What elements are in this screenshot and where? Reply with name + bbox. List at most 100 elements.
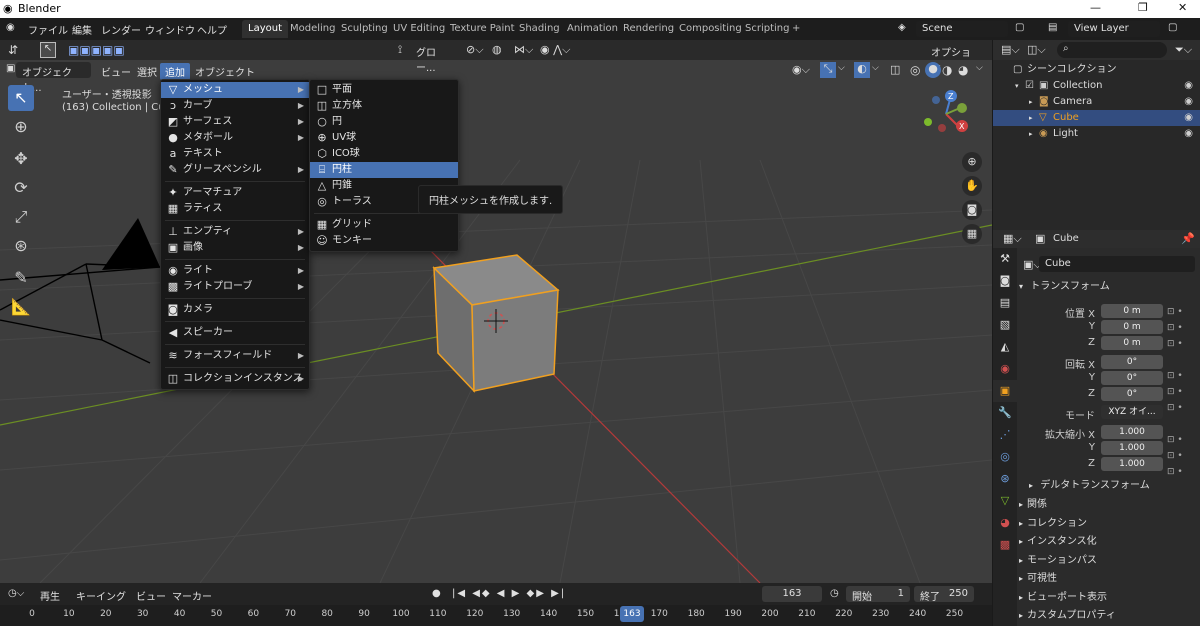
add-menu-item[interactable]: a テキスト: [161, 146, 309, 162]
object-mode-select[interactable]: オブジェクト...: [16, 62, 91, 94]
maximize-button[interactable]: ❐: [1138, 1, 1148, 14]
expand-arrow-icon[interactable]: ▸: [1029, 94, 1033, 110]
3d-viewport[interactable]: ⇵ ↖ ▣▣▣▣▣ ⟟ グロー... ⊘⌵ ◍ ⋈⌵ ◉ ⋀⌵ オプション ▣ …: [0, 40, 992, 583]
expand-arrow-icon[interactable]: ▾: [1015, 78, 1019, 94]
annotate-tool-icon[interactable]: ✎: [8, 265, 34, 291]
scene-selector[interactable]: Scene: [916, 21, 1008, 37]
visibility-eye-icon[interactable]: ◉: [1184, 126, 1193, 142]
minimize-button[interactable]: —: [1090, 1, 1101, 14]
texture-tab-icon[interactable]: ▩: [993, 534, 1017, 556]
add-menu-item[interactable]: ↄ カーブ ▶: [161, 98, 309, 114]
shading-dropdown-icon[interactable]: ⌵: [976, 63, 983, 73]
add-menu-item[interactable]: ● メタボール ▶: [161, 130, 309, 146]
select-box-icon[interactable]: ↖: [40, 42, 56, 58]
playback-controls[interactable]: |◀ ◀◆ ◀ ▶ ◆▶ ▶|: [452, 588, 566, 599]
add-menu-item[interactable]: ◙ カメラ: [161, 302, 309, 318]
add-menu-item[interactable]: ◉ ライト ▶: [161, 263, 309, 279]
location-y-field[interactable]: 0 m: [1101, 320, 1163, 334]
menu-help[interactable]: ヘルプ: [197, 22, 227, 37]
overlay-dropdown-icon[interactable]: ⌵: [872, 63, 879, 73]
use-preview-range-icon[interactable]: ◷: [830, 588, 839, 599]
menu-file[interactable]: ファイル: [28, 22, 68, 37]
outliner-row[interactable]: ▾ ☑ ▣ Collection ◉: [993, 78, 1200, 94]
editor-type-icon[interactable]: ⇵: [8, 43, 18, 57]
rotation-mode-select[interactable]: XYZ オイ...: [1101, 405, 1163, 419]
move-tool-icon[interactable]: ✥: [8, 146, 34, 172]
current-frame-field[interactable]: 163: [762, 586, 822, 602]
add-menu-item[interactable]: ◩ サーフェス ▶: [161, 114, 309, 130]
menu-object[interactable]: オブジェクト: [190, 63, 260, 80]
cursor-tool-icon[interactable]: ⊕: [8, 114, 34, 140]
material-tab-icon[interactable]: ◕: [993, 512, 1017, 534]
material-shading-icon[interactable]: ◑: [942, 63, 952, 77]
expand-arrow-icon[interactable]: ▸: [1029, 126, 1033, 142]
lock-icons[interactable]: ⊡ • ⊡ • ⊡ • ⊡ • ⊡ • ⊡ • ⊡ • ⊡ • ⊡ •: [1167, 304, 1197, 477]
menu-view[interactable]: ビュー: [96, 63, 136, 80]
new-view-layer-icon[interactable]: ▢: [1168, 22, 1177, 33]
tab-layout[interactable]: Layout: [242, 20, 288, 38]
snap-icon[interactable]: ◍: [492, 43, 502, 56]
record-icon[interactable]: ●: [432, 588, 441, 599]
overlay-toggle-icon[interactable]: ◐: [854, 62, 870, 78]
menu-edit[interactable]: 編集: [72, 22, 92, 37]
add-menu-item[interactable]: ✦ アーマチュア: [161, 185, 309, 201]
close-button[interactable]: ✕: [1178, 1, 1187, 14]
tab-compositing[interactable]: Compositing: [673, 20, 748, 38]
zoom-icon[interactable]: ⊕: [962, 152, 982, 172]
tab-animation[interactable]: Animation: [561, 20, 624, 38]
gizmo-toggle-icon[interactable]: ⤡: [820, 62, 836, 78]
options-dropdown[interactable]: オプション: [925, 42, 985, 74]
outliner-row[interactable]: ▸ ◙ Camera ◉: [993, 94, 1200, 110]
menu-add[interactable]: 追加: [160, 63, 190, 80]
end-frame-field[interactable]: 終了 250: [914, 586, 974, 603]
location-z-field[interactable]: 0 m: [1101, 336, 1163, 350]
tab-rendering[interactable]: Rendering: [617, 20, 680, 38]
outliner-search-input[interactable]: ⌕: [1057, 42, 1167, 58]
wireframe-shading-icon[interactable]: ◎: [910, 63, 920, 77]
solid-shading-icon[interactable]: ●: [925, 62, 941, 78]
transform-orientation-select[interactable]: グロー...: [410, 42, 460, 74]
tab-modeling[interactable]: Modeling: [284, 20, 342, 38]
scale-tool-icon[interactable]: ⤢: [8, 204, 34, 230]
constraints-tab-icon[interactable]: ⊛: [993, 468, 1017, 490]
mesh-menu-item[interactable]: ☺ モンキー: [310, 233, 458, 249]
rotation-y-field[interactable]: 0°: [1101, 371, 1163, 385]
properties-panel-header[interactable]: ▸ 可視性: [1019, 570, 1197, 588]
snap-target-icon[interactable]: ⋈⌵: [514, 43, 533, 57]
properties-panel-header[interactable]: ▸ コレクション: [1019, 515, 1197, 533]
outliner-editor-icon[interactable]: ▤⌵: [1001, 43, 1020, 57]
mesh-menu-item[interactable]: □ 平面: [310, 82, 458, 98]
delta-transform-header[interactable]: ▸ デルタトランスフォーム: [1029, 477, 1200, 495]
add-menu-item[interactable]: ◀ スピーカー: [161, 325, 309, 341]
visibility-icon[interactable]: ◉⌵: [792, 63, 810, 77]
location-x-field[interactable]: 0 m: [1101, 304, 1163, 318]
expand-arrow-icon[interactable]: ▸: [1029, 110, 1033, 126]
properties-panel-header[interactable]: ▸ モーションパス: [1019, 552, 1197, 570]
transform-tool-icon[interactable]: ⊛: [8, 233, 34, 259]
add-workspace-button[interactable]: +: [786, 20, 806, 38]
visibility-eye-icon[interactable]: ◉: [1184, 78, 1193, 94]
select-mode-icons[interactable]: ▣▣▣▣▣: [68, 43, 125, 57]
rendered-shading-icon[interactable]: ◕: [958, 63, 968, 77]
navigation-gizmo[interactable]: X Z: [920, 88, 972, 140]
playhead-frame-indicator[interactable]: 163: [620, 606, 644, 622]
tab-sculpting[interactable]: Sculpting: [335, 20, 394, 38]
add-menu-item[interactable]: ▩ ライトプローブ ▶: [161, 279, 309, 295]
mesh-menu-item[interactable]: ▦ グリッド: [310, 217, 458, 233]
object-name-field[interactable]: Cube: [1039, 256, 1195, 272]
properties-editor-icon[interactable]: ▦⌵: [1003, 232, 1022, 246]
pivot-icon[interactable]: ⊘⌵: [466, 43, 484, 57]
properties-panel-header[interactable]: ▸ ビューポート表示: [1019, 589, 1197, 607]
camera-view-icon[interactable]: ◙: [962, 200, 982, 220]
render-tab-icon[interactable]: ◙: [993, 270, 1017, 292]
select-tool-icon[interactable]: ↖: [8, 85, 34, 111]
measure-tool-icon[interactable]: 📐: [8, 294, 34, 320]
mesh-menu-item[interactable]: ⬡ ICO球: [310, 146, 458, 162]
outliner-scene-collection[interactable]: ▢ シーンコレクション: [993, 62, 1200, 78]
tab-uv-editing[interactable]: UV Editing: [387, 20, 451, 38]
add-menu-item[interactable]: ▽ メッシュ ▶: [161, 82, 309, 98]
add-menu-item[interactable]: ▣ 画像 ▶: [161, 240, 309, 256]
properties-panel-header[interactable]: ▸ 関係: [1019, 496, 1197, 514]
mesh-menu-item[interactable]: ○ 円: [310, 114, 458, 130]
timeline-menu-view[interactable]: ビュー: [136, 588, 166, 603]
